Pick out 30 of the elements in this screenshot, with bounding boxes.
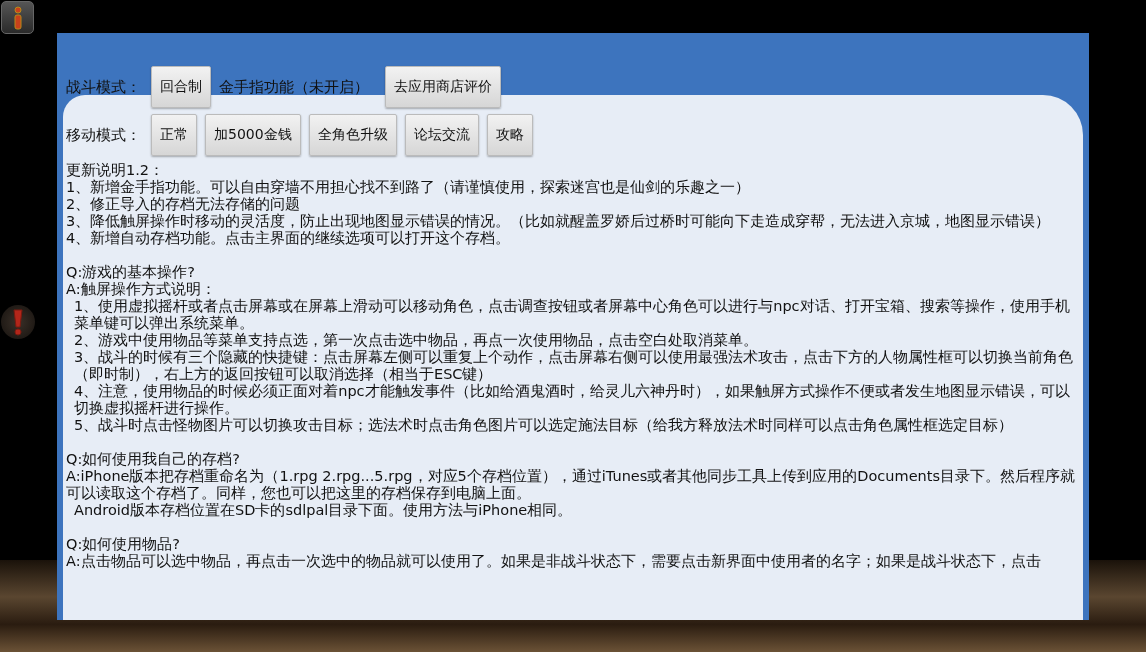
option-button[interactable]: 去应用商店评价: [385, 66, 501, 108]
help-text: 3、战斗的时候有三个隐藏的快捷键：点击屏幕左侧可以重复上个动作，点击屏幕右侧可以使用最强法术攻击，点击下方的人物属性框可以切换当前角色（即时制），右上方的返回按钮可以取消选择（相当于ESC键）: [73, 349, 1075, 383]
option-button[interactable]: 攻略: [486, 114, 533, 156]
option-button[interactable]: 全角色升级: [308, 114, 397, 156]
help-text: 4、新增自动存档功能。点击主界面的继续选项可以打开这个存档。: [66, 230, 512, 247]
exclamation-icon: [12, 308, 24, 336]
alert-button[interactable]: [1, 305, 35, 339]
help-text: 4、注意，使用物品的时候必须正面对着npc才能触发事件（比如给酒鬼酒时，给灵儿六神丹时），如果触屏方式操作不便或者发生地图显示错误，可以切换虚拟摇杆进行操作。: [73, 383, 1071, 417]
option-button[interactable]: 正常: [151, 114, 197, 156]
help-text: Android版本存档位置在SD卡的sdlpal目录下面。使用方法与iPhone相同。: [73, 502, 574, 519]
help-text: A:点击物品可以选中物品，再点击一次选中的物品就可以使用了。如果是非战斗状态下，需要点击新界面中使用者的名字；如果是战斗状态下，点击: [66, 553, 1042, 570]
help-text: 更新说明1.2：: [66, 162, 166, 179]
info-button[interactable]: [1, 1, 34, 34]
help-text: 2、修正导入的存档无法存储的问题: [66, 196, 302, 213]
help-text: A:触屏操作方式说明：: [66, 281, 217, 298]
help-text: Q:游戏的基本操作?: [66, 264, 196, 281]
mode-label: 战斗模式：: [66, 77, 142, 97]
option-button[interactable]: 加5000金钱: [205, 114, 301, 156]
option-button[interactable]: 回合制: [151, 66, 211, 108]
mode-label: 移动模式：: [66, 125, 142, 145]
help-text: 3、降低触屏操作时移动的灵活度，防止出现地图显示错误的情况。（比如就醒盖罗娇后过桥时可能向下走造成穿帮，无法进入京城，地图显示错误）: [66, 213, 1052, 230]
help-text: 5、战斗时点击怪物图片可以切换攻击目标；选法术时点击角色图片可以选定施法目标（给我方释放法术时同样可以点击角色属性框选定目标）: [73, 417, 1015, 434]
option-button[interactable]: 论坛交流: [404, 114, 479, 156]
help-text: 2、游戏中使用物品等菜单支持点选，第一次点击选中物品，再点一次使用物品，点击空白处取消菜单。: [73, 332, 760, 349]
help-text: A:iPhone版本把存档重命名为（1.rpg 2.rpg...5.rpg，对应5个存档位置），通过iTunes或者其他同步工具上传到应用的Documents目录下。然后程序就可以读取这个存档了。同样，您也可以把这里的存档保存到电脑上面。: [66, 468, 1076, 502]
status-text: 金手指功能（未开启）: [219, 77, 369, 97]
help-text: Q:如何使用我自己的存档?: [66, 451, 241, 468]
help-text: 1、使用虚拟摇杆或者点击屏幕或在屏幕上滑动可以移动角色，点击调查按钮或者屏幕中心角色可以进行与npc对话、打开宝箱、搜索等操作，使用手机菜单键可以弹出系统菜单。: [73, 298, 1071, 332]
help-text: 1、新增金手指功能。可以自由穿墙不用担心找不到路了（请谨慎使用，探索迷宫也是仙剑的乐趣之一）: [66, 179, 752, 196]
help-text: Q:如何使用物品?: [66, 536, 181, 553]
